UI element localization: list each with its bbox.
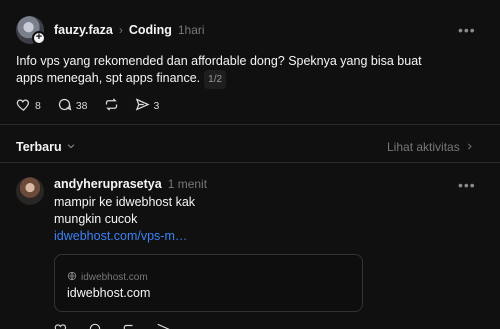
card-title: idwebhost.com — [67, 286, 151, 300]
repost-button[interactable] — [104, 97, 119, 115]
comment-icon — [57, 97, 72, 115]
like-count: 8 — [35, 100, 41, 112]
view-activity-link[interactable]: Lihat aktivitas — [387, 138, 474, 156]
post-text-block: Info vps yang rekomended dan affordable … — [16, 53, 436, 89]
reply-link[interactable]: idwebhost.com/vps-m… — [54, 228, 195, 245]
divider-bottom — [0, 162, 500, 163]
share-icon[interactable] — [156, 322, 170, 329]
repost-icon[interactable] — [122, 322, 136, 329]
sort-dropdown[interactable]: Terbaru — [16, 138, 76, 156]
reply-line-1: mampir ke idwebhost kak — [54, 195, 196, 209]
sort-label: Terbaru — [16, 140, 62, 154]
divider-top — [0, 124, 500, 125]
follow-plus-icon[interactable]: + — [32, 31, 46, 45]
reply-actions — [54, 322, 170, 329]
link-preview-card[interactable]: idwebhost.com idwebhost.com — [54, 254, 363, 312]
heart-icon[interactable] — [54, 322, 68, 329]
share-icon — [135, 97, 150, 115]
reply-username[interactable]: andyheruprasetya — [54, 177, 162, 191]
comment-icon[interactable] — [88, 322, 102, 329]
card-domain-row: idwebhost.com — [67, 268, 148, 286]
post-time: 1hari — [177, 23, 205, 37]
reply-button[interactable]: 38 — [57, 97, 88, 115]
post-header: fauzy.faza › Coding 1hari — [54, 23, 205, 37]
reply-time: 1 menit — [167, 177, 208, 191]
post-topic[interactable]: Coding — [129, 23, 172, 37]
reply-avatar[interactable] — [16, 177, 44, 205]
reply-text: mampir ke idwebhost kak mungkin cucok id… — [54, 194, 195, 245]
post-username[interactable]: fauzy.faza — [54, 23, 113, 37]
page-indicator: 1/2 — [204, 70, 227, 89]
repost-icon — [104, 97, 119, 115]
chevron-right-icon: › — [118, 23, 123, 37]
chevron-right-icon — [465, 138, 474, 156]
globe-icon — [67, 268, 77, 286]
chevron-down-icon — [66, 138, 76, 156]
heart-icon — [16, 97, 31, 115]
reply-header: andyheruprasetya 1 menit — [54, 177, 207, 191]
post-actions: 8 38 3 — [16, 97, 159, 115]
share-button[interactable]: 3 — [135, 97, 160, 115]
reply-count: 38 — [75, 100, 88, 112]
view-activity-label: Lihat aktivitas — [387, 140, 460, 154]
reply-more-icon[interactable]: ••• — [458, 177, 476, 193]
like-button[interactable]: 8 — [16, 97, 41, 115]
reply-line-2: mungkin cucok — [54, 212, 138, 226]
post-more-icon[interactable]: ••• — [458, 22, 476, 38]
share-count: 3 — [153, 100, 160, 112]
card-domain: idwebhost.com — [81, 271, 148, 283]
